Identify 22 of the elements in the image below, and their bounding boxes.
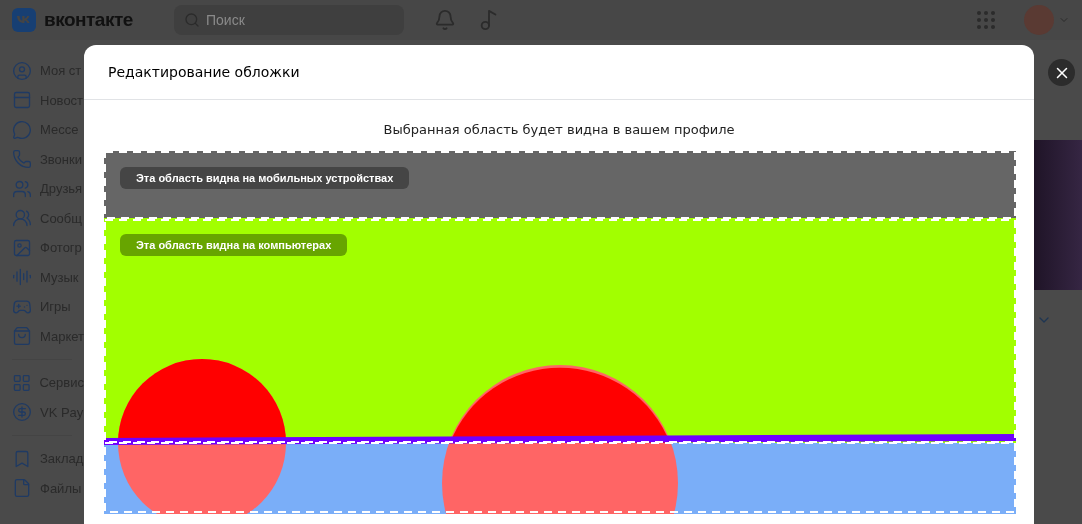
grid-icon — [12, 372, 32, 393]
chat-bubble-icon — [12, 119, 32, 140]
window-icon — [12, 90, 32, 111]
sound-bars-icon — [12, 267, 32, 288]
area-label: Эта область видна на компьютерах — [120, 234, 348, 256]
close-button[interactable] — [1048, 59, 1075, 86]
bell-icon[interactable] — [434, 9, 456, 31]
modal-title: Редактирование обложки — [108, 64, 300, 80]
area-label: Эта область видна на мобильных устройствах — [120, 167, 410, 189]
search-field[interactable]: Поиск — [174, 5, 404, 35]
apps-grid-icon[interactable] — [974, 8, 998, 32]
phone-icon — [12, 149, 32, 170]
image-icon — [12, 237, 32, 258]
coin-icon — [12, 402, 32, 423]
file-icon — [12, 478, 32, 499]
people-icon — [12, 178, 32, 199]
group-icon — [12, 208, 32, 229]
bag-icon — [12, 326, 32, 347]
user-circle-icon — [12, 60, 32, 81]
hint-text: Выбранная область будет видна в вашем профиле — [382, 122, 736, 137]
logo-icon[interactable] — [12, 8, 36, 32]
cover-crop-drawing[interactable] — [104, 151, 1016, 514]
